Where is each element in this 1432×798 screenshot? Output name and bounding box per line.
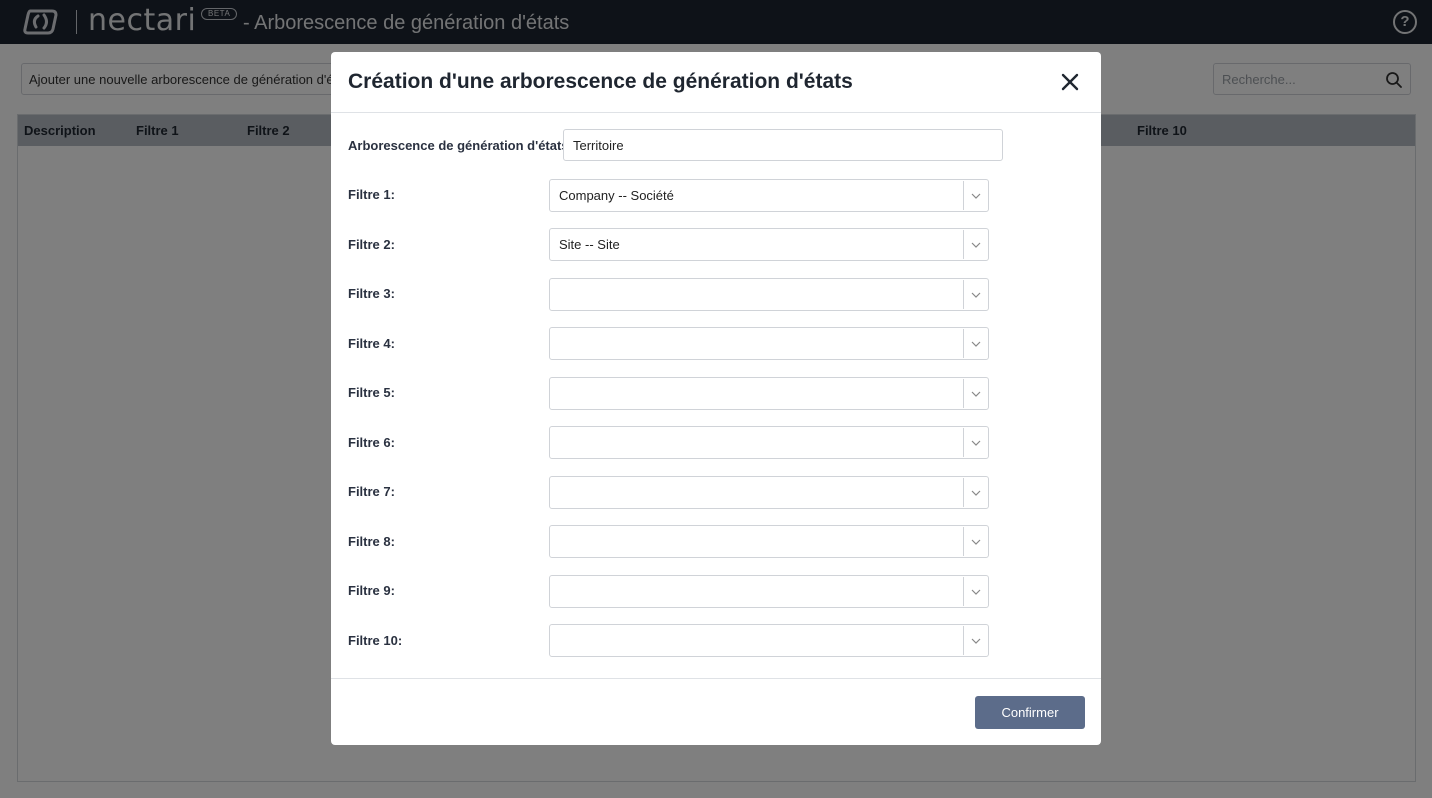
header-divider — [331, 112, 1101, 113]
filter-2-select[interactable]: Site -- Site — [549, 228, 989, 261]
chevron-down-icon[interactable] — [970, 240, 982, 250]
filter-7-label: Filtre 7: — [348, 484, 395, 499]
chevron-down-icon[interactable] — [970, 339, 982, 349]
filter-2-label: Filtre 2: — [348, 237, 395, 252]
filter-3-label: Filtre 3: — [348, 286, 395, 301]
filter-9-select[interactable] — [549, 575, 989, 608]
tree-name-input[interactable] — [563, 129, 1003, 161]
filter-1-label: Filtre 1: — [348, 187, 395, 202]
filter-2-value: Site -- Site — [559, 237, 620, 252]
filter-5-label: Filtre 5: — [348, 385, 395, 400]
filter-8-label: Filtre 8: — [348, 534, 395, 549]
filter-4-label: Filtre 4: — [348, 336, 395, 351]
filter-7-select[interactable] — [549, 476, 989, 509]
filter-8-select[interactable] — [549, 525, 989, 558]
chevron-down-icon[interactable] — [970, 636, 982, 646]
footer-divider — [331, 678, 1101, 679]
chevron-down-icon[interactable] — [970, 290, 982, 300]
filter-10-label: Filtre 10: — [348, 633, 403, 648]
filter-4-select[interactable] — [549, 327, 989, 360]
chevron-down-icon[interactable] — [970, 587, 982, 597]
filter-9-label: Filtre 9: — [348, 583, 395, 598]
chevron-down-icon[interactable] — [970, 438, 982, 448]
tree-name-label: Arborescence de génération d'états: — [348, 138, 573, 153]
filter-3-select[interactable] — [549, 278, 989, 311]
filter-5-select[interactable] — [549, 377, 989, 410]
filter-6-select[interactable] — [549, 426, 989, 459]
chevron-down-icon[interactable] — [970, 389, 982, 399]
confirm-button[interactable]: Confirmer — [975, 696, 1085, 729]
chevron-down-icon[interactable] — [970, 488, 982, 498]
filter-1-select[interactable]: Company -- Société — [549, 179, 989, 212]
dialog-title: Création d'une arborescence de génératio… — [348, 70, 853, 93]
filter-6-label: Filtre 6: — [348, 435, 395, 450]
create-tree-dialog: Création d'une arborescence de génératio… — [331, 52, 1101, 745]
close-icon[interactable] — [1058, 70, 1082, 94]
chevron-down-icon[interactable] — [970, 191, 982, 201]
filter-1-value: Company -- Société — [559, 188, 674, 203]
filter-10-select[interactable] — [549, 624, 989, 657]
chevron-down-icon[interactable] — [970, 537, 982, 547]
